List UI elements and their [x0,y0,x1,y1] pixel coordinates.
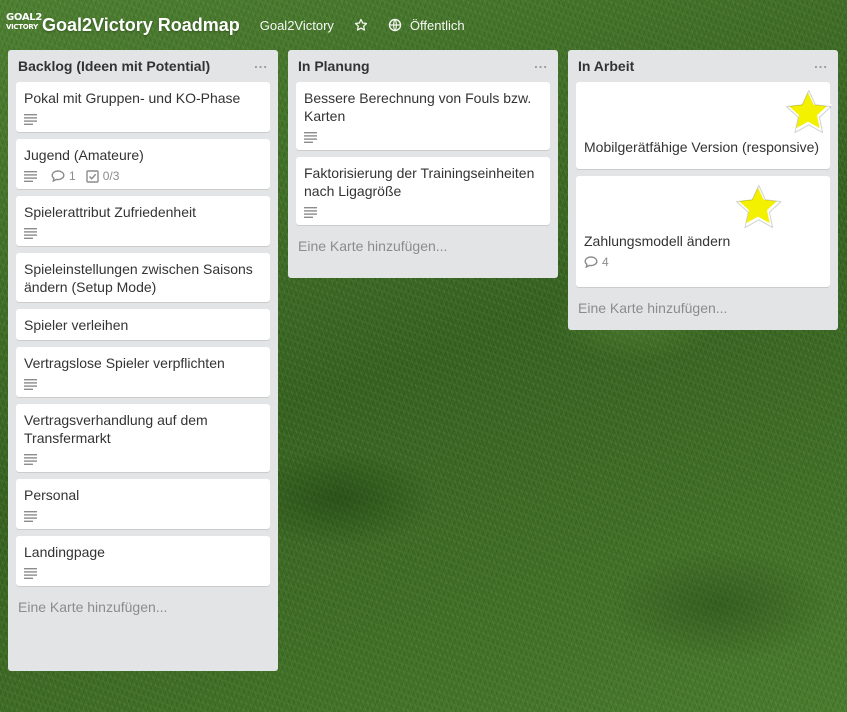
checklist-count: 0/3 [102,169,120,183]
card-title: Personal [24,487,80,503]
list-header: Backlog (Ideen mit Potential) ... [8,50,278,82]
list-header: In Arbeit ... [568,50,838,82]
card[interactable]: Jugend (Amateure) 1 0/3 [16,139,270,189]
comment-count: 4 [602,255,609,269]
description-icon [24,453,41,465]
description-icon [24,170,41,182]
card[interactable]: Mobilgerätfähige Version (responsive) [576,82,832,169]
card[interactable]: Personal [16,479,270,529]
card[interactable]: Faktorisierung der Trainingseinheiten na… [296,157,550,225]
description-icon [304,206,321,218]
description-icon [304,131,321,143]
card-title: Pokal mit Gruppen- und KO-Phase [24,90,241,106]
card[interactable]: Vertragslose Spieler verpflichten [16,347,270,397]
sticker-area [584,176,822,232]
team-name: Goal2Victory [259,17,334,33]
card-title: Landingpage [24,544,105,560]
card[interactable]: Zahlungsmodell ändern 4 [576,176,830,287]
card[interactable]: Landingpage [16,536,270,586]
star-board-button[interactable] [354,18,368,32]
goal2victory-logo[interactable]: GOAL2 VICTORY [6,12,43,36]
list-title[interactable]: Backlog (Ideen mit Potential) [18,58,210,82]
description-icon [24,510,41,522]
visibility-button[interactable]: Öffentlich [388,18,465,33]
card-title: Faktorisierung der Trainingseinheiten na… [304,165,535,199]
list-menu-icon[interactable]: ... [814,57,828,82]
list-backlog: Backlog (Ideen mit Potential) ... Pokal … [8,50,278,671]
team-button[interactable]: Goal2Victory [260,18,334,33]
card-title: Spielerattribut Zufriedenheit [24,204,196,220]
list-title[interactable]: In Planung [298,58,370,82]
board-title[interactable]: Goal2Victory Roadmap [42,15,240,36]
logo-text-line1: GOAL2 [6,12,43,23]
comments-badge: 1 [51,169,76,183]
checklist-icon [85,169,99,183]
card[interactable]: Bessere Berechnung von Fouls bzw. Karten [296,82,550,150]
card-title: Spieleinstellungen zwischen Saisons ände… [24,261,253,295]
card[interactable]: Pokal mit Gruppen- und KO-Phase [16,82,270,132]
list-in-arbeit: In Arbeit ... Mobilgerätfähige Version (… [568,50,838,330]
card[interactable]: Spielerattribut Zufriedenheit [16,196,270,246]
card-title: Zahlungsmodell ändern [584,233,731,249]
card-title: Jugend (Amateure) [24,147,144,163]
card-title: Spieler verleihen [24,317,129,333]
globe-icon [388,18,402,32]
star-sticker-icon [782,86,834,143]
card-title: Bessere Berechnung von Fouls bzw. Karten [304,90,532,124]
checklist-badge: 0/3 [85,169,120,183]
comment-icon [584,256,598,268]
board-header: GOAL2 VICTORY Goal2Victory Roadmap Goal2… [0,0,847,50]
comment-count: 1 [69,169,76,183]
description-icon [24,113,41,125]
add-card-link[interactable]: Eine Karte hinzufügen... [288,232,558,264]
card[interactable]: Spieleinstellungen zwischen Saisons ände… [16,253,270,302]
card-title: Vertragsverhandlung auf dem Transfermark… [24,412,208,446]
list-title[interactable]: In Arbeit [578,58,634,82]
comment-icon [51,170,65,182]
logo-text-line2: VICTORY [6,23,38,31]
visibility-label: Öffentlich [409,17,465,33]
card[interactable]: Spieler verleihen [16,309,270,340]
list-header: In Planung ... [288,50,558,82]
description-icon [24,567,41,579]
comments-badge: 4 [584,255,609,269]
star-outline-icon [354,18,368,32]
list-in-planung: In Planung ... Bessere Berechnung von Fo… [288,50,558,278]
card[interactable]: Vertragsverhandlung auf dem Transfermark… [16,404,270,472]
description-icon [24,378,41,390]
list-menu-icon[interactable]: ... [254,57,268,82]
star-sticker-icon [732,181,784,238]
add-card-link[interactable]: Eine Karte hinzufügen... [8,593,278,625]
card-title: Vertragslose Spieler verpflichten [24,355,225,371]
description-icon [24,227,41,239]
list-menu-icon[interactable]: ... [534,57,548,82]
add-card-link[interactable]: Eine Karte hinzufügen... [568,294,838,326]
